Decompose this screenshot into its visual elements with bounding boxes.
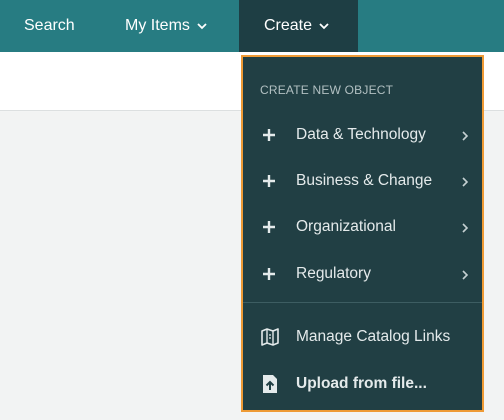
chevron-down-icon — [197, 22, 207, 30]
nav-search-label: Search — [24, 17, 75, 34]
menu-item-label: Manage Catalog Links — [296, 328, 451, 345]
plus-icon — [261, 266, 277, 282]
menu-divider — [243, 302, 482, 303]
chevron-right-icon — [461, 268, 469, 280]
menu-item-label: Regulatory — [296, 265, 371, 282]
chevron-right-icon — [461, 221, 469, 233]
menu-item-organizational[interactable]: Organizational — [243, 207, 482, 247]
menu-item-business-change[interactable]: Business & Change — [243, 161, 482, 201]
menu-item-data-technology[interactable]: Data & Technology — [243, 115, 482, 155]
chevron-right-icon — [461, 129, 469, 141]
menu-item-regulatory[interactable]: Regulatory — [243, 254, 482, 294]
menu-item-label: Business & Change — [296, 172, 433, 189]
menu-item-label: Organizational — [296, 218, 396, 235]
nav-create-label: Create — [264, 17, 313, 34]
upload-file-icon — [261, 374, 279, 394]
chevron-down-icon — [319, 22, 329, 30]
nav-search[interactable]: Search — [24, 0, 75, 52]
chevron-right-icon — [461, 175, 469, 187]
catalog-map-icon — [260, 327, 280, 347]
menu-item-label: Upload from file... — [296, 375, 427, 392]
nav-my-items[interactable]: My Items — [125, 0, 207, 52]
menu-item-upload-from-file[interactable]: Upload from file... — [243, 364, 482, 404]
section-title: CREATE NEW OBJECT — [260, 83, 394, 97]
create-dropdown-menu: CREATE NEW OBJECT Data & Technology Busi… — [241, 55, 484, 412]
plus-icon — [261, 127, 277, 143]
plus-icon — [261, 219, 277, 235]
nav-create[interactable]: Create — [239, 0, 358, 52]
top-nav-bar: Search My Items Create — [0, 0, 504, 52]
plus-icon — [261, 173, 277, 189]
nav-my-items-label: My Items — [125, 17, 190, 34]
menu-item-manage-catalog-links[interactable]: Manage Catalog Links — [243, 317, 482, 357]
menu-item-label: Data & Technology — [296, 126, 426, 143]
